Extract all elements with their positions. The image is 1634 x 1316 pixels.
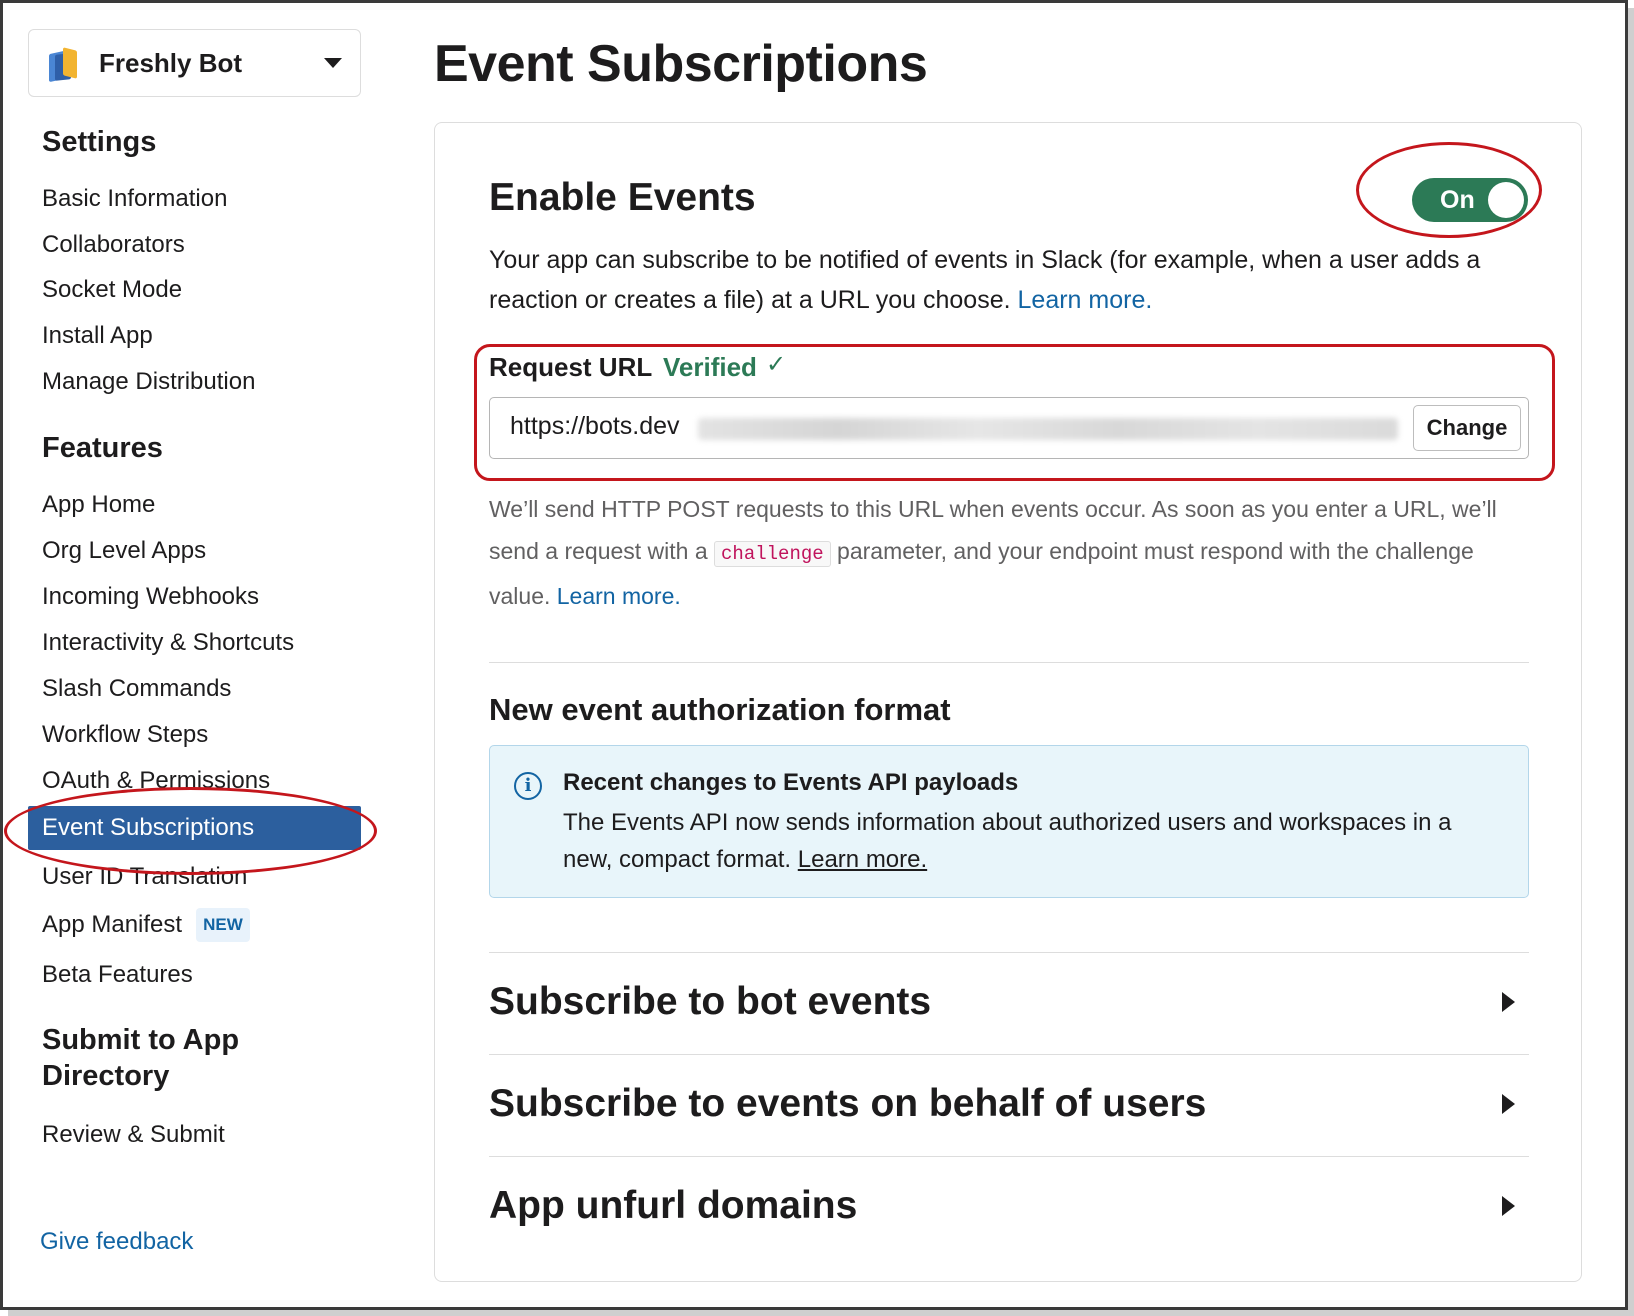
section-title: Subscribe to events on behalf of users [489, 1082, 1207, 1125]
divider [489, 952, 1529, 953]
sidebar-item-user-id-translation[interactable]: User ID Translation [42, 862, 247, 892]
sidebar-item-workflow-steps[interactable]: Workflow Steps [42, 720, 208, 750]
challenge-code: challenge [714, 541, 831, 567]
enable-events-heading: Enable Events [489, 176, 756, 219]
submit-heading: Submit to App Directory [42, 1022, 239, 1094]
section-subscribe-bot-events[interactable]: Subscribe to bot events [489, 967, 1529, 1037]
caret-right-icon [1502, 1196, 1515, 1216]
sidebar-item-label: App Manifest [42, 911, 183, 938]
info-title: Recent changes to Events API payloads [563, 769, 1019, 796]
sidebar-item-beta-features[interactable]: Beta Features [42, 960, 193, 990]
help-learn-more-link[interactable]: Learn more. [557, 583, 681, 609]
sidebar-item-oauth-permissions[interactable]: OAuth & Permissions [42, 766, 270, 796]
change-url-button[interactable]: Change [1413, 405, 1521, 451]
enable-events-description: Your app can subscribe to be notified of… [489, 240, 1529, 320]
section-title: Subscribe to bot events [489, 980, 932, 1023]
submit-heading-line2: Directory [42, 1060, 170, 1092]
caret-right-icon [1502, 992, 1515, 1012]
verified-status: Verified [663, 352, 757, 382]
sidebar-item-app-home[interactable]: App Home [42, 490, 155, 520]
info-body: The Events API now sends information abo… [563, 804, 1493, 878]
section-app-unfurl-domains[interactable]: App unfurl domains [489, 1171, 1529, 1241]
sidebar-item-review-submit[interactable]: Review & Submit [42, 1120, 225, 1150]
sidebar-item-slash-commands[interactable]: Slash Commands [42, 674, 231, 704]
description-text: Your app can subscribe to be notified of… [489, 246, 1481, 314]
sidebar-item-collaborators[interactable]: Collaborators [42, 230, 185, 260]
divider [489, 662, 1529, 663]
sidebar-item-manage-distribution[interactable]: Manage Distribution [42, 367, 255, 397]
info-callout: i Recent changes to Events API payloads … [489, 745, 1529, 898]
chevron-down-icon [324, 58, 342, 68]
request-url-field[interactable]: https://bots.dev [489, 397, 1529, 459]
frame-shadow-right [1628, 8, 1634, 1316]
new-badge: NEW [196, 908, 250, 942]
request-url-value: https://bots.dev [510, 412, 680, 440]
caret-right-icon [1502, 1094, 1515, 1114]
toggle-label: On [1440, 185, 1475, 214]
divider [489, 1156, 1529, 1157]
app-name: Freshly Bot [99, 47, 243, 78]
features-heading: Features [42, 432, 163, 464]
info-body-text: The Events API now sends information abo… [563, 809, 1452, 873]
learn-more-link[interactable]: Learn more. [1018, 286, 1153, 314]
enable-events-toggle[interactable]: On [1412, 178, 1528, 222]
settings-heading: Settings [42, 126, 157, 158]
info-learn-more-link[interactable]: Learn more. [798, 846, 927, 873]
sidebar-item-install-app[interactable]: Install App [42, 321, 153, 351]
submit-heading-line1: Submit to App [42, 1024, 240, 1056]
page-title: Event Subscriptions [434, 35, 928, 93]
info-icon: i [514, 772, 542, 800]
sidebar-item-incoming-webhooks[interactable]: Incoming Webhooks [42, 582, 259, 612]
section-title: App unfurl domains [489, 1184, 858, 1227]
app-selector[interactable]: Freshly Bot [28, 29, 361, 97]
sidebar-item-socket-mode[interactable]: Socket Mode [42, 275, 182, 305]
frame-shadow [8, 1310, 1634, 1316]
auth-format-heading: New event authorization format [489, 692, 951, 727]
sidebar-item-interactivity-shortcuts[interactable]: Interactivity & Shortcuts [42, 628, 294, 658]
request-url-label: Request URL [489, 352, 653, 382]
sidebar-item-app-manifest[interactable]: App Manifest NEW [42, 908, 250, 942]
sidebar-item-event-subscriptions[interactable]: Event Subscriptions [28, 806, 361, 850]
toggle-knob [1488, 182, 1524, 218]
redacted-url-blur [698, 418, 1398, 440]
sidebar-item-basic-information[interactable]: Basic Information [42, 184, 227, 214]
request-url-help: We’ll send HTTP POST requests to this UR… [489, 488, 1534, 617]
divider [489, 1054, 1529, 1055]
section-subscribe-user-events[interactable]: Subscribe to events on behalf of users [489, 1069, 1529, 1139]
give-feedback-link[interactable]: Give feedback [40, 1228, 193, 1256]
books-icon [47, 46, 81, 83]
sidebar-item-org-level-apps[interactable]: Org Level Apps [42, 536, 206, 566]
check-icon: ✓ [766, 351, 787, 378]
